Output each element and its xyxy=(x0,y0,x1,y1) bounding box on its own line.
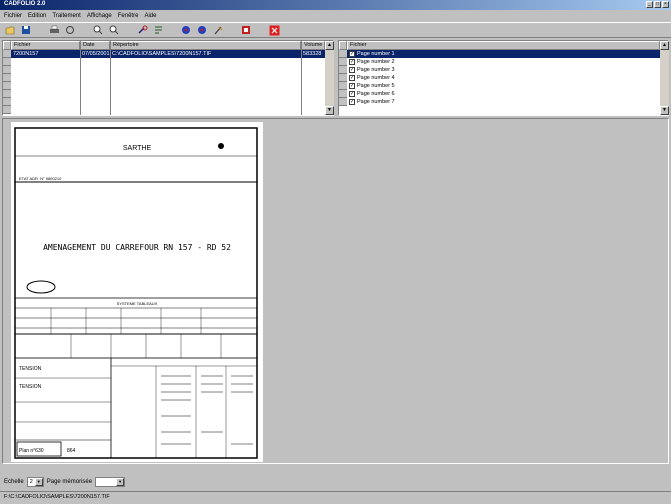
tools-icon[interactable] xyxy=(212,24,224,36)
window-title: CADFOLIO 2.0 xyxy=(4,1,46,7)
menu-fichier[interactable]: Fichier xyxy=(4,11,22,21)
svg-text:TENSION: TENSION xyxy=(19,366,42,372)
column-header-fichier[interactable]: Fichier xyxy=(11,41,80,50)
toolbar xyxy=(0,22,671,38)
page-list-scrollbar[interactable]: ▲ ▼ xyxy=(660,41,669,115)
print-icon[interactable] xyxy=(48,24,60,36)
checkbox[interactable]: ✓ xyxy=(349,98,355,105)
column-header-date[interactable]: Date xyxy=(80,41,110,50)
table-cell-date[interactable]: 07/05/2001 xyxy=(80,50,110,58)
menu-bar: Fichier Edition Traitement Affichage Fen… xyxy=(0,11,671,21)
save-icon[interactable] xyxy=(20,24,32,36)
path-bar: F:\C:\CADFOLIO\SAMPLES\7200N157.TIF xyxy=(0,491,671,503)
document-viewer[interactable]: SARTHE ETAT ADR. N° 9800210 AMENAGEMENT … xyxy=(2,118,669,464)
rotate-icon[interactable] xyxy=(136,24,148,36)
menu-affichage[interactable]: Affichage xyxy=(87,11,112,21)
close-button[interactable]: × xyxy=(662,1,669,8)
scanned-plan: SARTHE ETAT ADR. N° 9800210 AMENAGEMENT … xyxy=(14,127,258,459)
document-page: SARTHE ETAT ADR. N° 9800210 AMENAGEMENT … xyxy=(11,122,263,462)
scroll-up-icon[interactable]: ▲ xyxy=(325,41,334,50)
echelle-select[interactable]: 2 ▼ xyxy=(26,477,44,487)
svg-text:TENSION: TENSION xyxy=(19,384,42,390)
list-item[interactable]: ✓ Page number 2 xyxy=(347,58,660,66)
scroll-down-icon[interactable]: ▼ xyxy=(660,106,669,115)
prev-icon[interactable] xyxy=(180,24,192,36)
flip-icon[interactable] xyxy=(152,24,164,36)
department-text: SARTHE xyxy=(123,145,152,152)
checkbox[interactable]: ✓ xyxy=(349,66,355,73)
column-header-repertoire[interactable]: Répertoire xyxy=(110,41,301,50)
table-cell-fichier[interactable]: 7200N157 xyxy=(11,50,80,58)
page-memorisee-label: Page mémorisée xyxy=(46,479,93,485)
page-list: Fichier ✓ Page number 1 ✓ Page number 2 ✓ P… xyxy=(338,40,669,116)
checkbox[interactable]: ✓ xyxy=(349,50,355,57)
list-item[interactable]: ✓ Page number 6 xyxy=(347,90,660,98)
open-icon[interactable] xyxy=(4,24,16,36)
zoom-out-icon[interactable] xyxy=(108,24,120,36)
menu-aide[interactable]: Aide xyxy=(144,11,156,21)
checkbox[interactable]: ✓ xyxy=(349,90,355,97)
exit-icon[interactable] xyxy=(268,24,280,36)
table-cell-volume[interactable]: 583328 xyxy=(301,50,325,58)
list-item[interactable]: ✓ Page number 4 xyxy=(347,74,660,82)
minimize-button[interactable]: _ xyxy=(646,1,653,8)
page-list-header[interactable]: Fichier xyxy=(347,41,660,50)
scroll-down-icon[interactable]: ▼ xyxy=(325,106,334,115)
svg-text:SYSTEME TABLEAUX: SYSTEME TABLEAUX xyxy=(117,301,158,306)
preview-icon[interactable] xyxy=(64,24,76,36)
scroll-up-icon[interactable]: ▲ xyxy=(660,41,669,50)
table-cell-repertoire[interactable]: C:\CADFOLIO\SAMPLES\7200N157.TIF xyxy=(110,50,301,58)
column-header-volume[interactable]: Volume xyxy=(301,41,325,50)
plan-sheet: 864 xyxy=(67,448,76,454)
title-bar: CADFOLIO 2.0 _ □ × xyxy=(0,0,671,10)
checkbox[interactable]: ✓ xyxy=(349,82,355,89)
chevron-down-icon[interactable]: ▼ xyxy=(116,478,125,486)
menu-traitement[interactable]: Traitement xyxy=(52,11,80,21)
document-subtitle: AMENAGEMENT DU CARREFOUR RN 157 - RD 52 xyxy=(43,243,231,252)
pdf-icon[interactable] xyxy=(240,24,252,36)
svg-text:ETAT ADR. N° 9800210: ETAT ADR. N° 9800210 xyxy=(19,176,62,181)
page-memorisee-select[interactable]: ▼ xyxy=(95,477,126,487)
menu-edition[interactable]: Edition xyxy=(28,11,46,21)
list-item[interactable]: ✓ Page number 1 xyxy=(347,50,660,58)
list-item[interactable]: ✓ Page number 5 xyxy=(347,82,660,90)
echelle-label: Echelle xyxy=(4,479,24,485)
zoom-in-icon[interactable] xyxy=(92,24,104,36)
next-icon[interactable] xyxy=(196,24,208,36)
file-table: Fichier Date Répertoire Volume 7200N157 … xyxy=(2,40,334,116)
maximize-button[interactable]: □ xyxy=(654,1,661,8)
plan-reference: Plan n°630 xyxy=(19,448,44,454)
checkbox[interactable]: ✓ xyxy=(349,58,355,65)
status-bar: Echelle 2 ▼ Page mémorisée ▼ xyxy=(0,476,671,488)
menu-fenetre[interactable]: Fenêtre xyxy=(118,11,139,21)
file-table-scrollbar[interactable]: ▲ ▼ xyxy=(325,41,334,115)
chevron-down-icon[interactable]: ▼ xyxy=(34,478,43,486)
checkbox[interactable]: ✓ xyxy=(349,74,355,81)
list-item[interactable]: ✓ Page number 3 xyxy=(347,66,660,74)
list-item[interactable]: ✓ Page number 7 xyxy=(347,98,660,106)
